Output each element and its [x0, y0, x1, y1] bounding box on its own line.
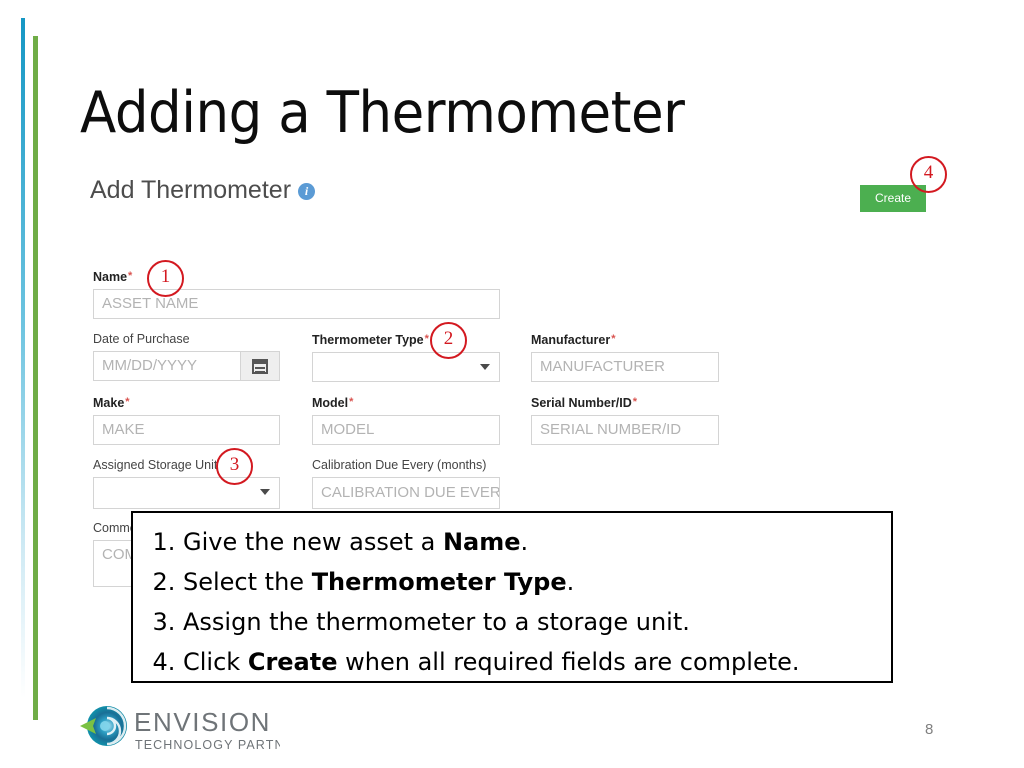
make-input[interactable]: MAKE	[93, 415, 280, 445]
date-of-purchase-group: MM/DD/YYYY	[93, 351, 280, 381]
page-number: 8	[925, 721, 934, 738]
callout-4: 4	[910, 156, 947, 193]
callout-2: 2	[430, 322, 467, 359]
field-model-label: Model*	[312, 396, 354, 410]
callout-3: 3	[216, 448, 253, 485]
assigned-storage-unit-select[interactable]	[93, 477, 280, 509]
info-icon[interactable]: i	[298, 183, 316, 200]
calendar-icon	[252, 358, 268, 374]
field-manufacturer: Manufacturer* MANUFACTURER	[531, 332, 719, 382]
envision-logo-mark: ENVISION TECHNOLOGY PARTNERS	[80, 706, 312, 752]
field-calibration-due-label: Calibration Due Every (months)	[312, 458, 487, 472]
required-marker: *	[128, 270, 133, 282]
field-date-of-purchase: Date of Purchase MM/DD/YYYY	[93, 332, 280, 381]
envision-logo: ENVISION TECHNOLOGY PARTNERS	[80, 704, 312, 756]
instruction-item: Select the Thermometer Type.	[183, 562, 891, 602]
app-heading: Add Thermometer i	[90, 176, 316, 205]
chevron-down-icon	[480, 364, 490, 370]
envision-logo-tagline: TECHNOLOGY PARTNERS	[135, 738, 280, 752]
envision-logo-name: ENVISION	[134, 707, 271, 737]
page-title: Adding a Thermometer	[80, 80, 685, 146]
field-serial-number-label: Serial Number/ID*	[531, 396, 638, 410]
field-serial-number: Serial Number/ID* SERIAL NUMBER/ID	[531, 395, 719, 445]
serial-number-input[interactable]: SERIAL NUMBER/ID	[531, 415, 719, 445]
thermometer-type-select[interactable]	[312, 352, 500, 382]
accent-bar-blue	[21, 18, 25, 698]
chevron-down-icon	[260, 489, 270, 495]
instruction-item: Give the new asset a Name.	[183, 522, 891, 562]
field-make: Make* MAKE	[93, 395, 280, 445]
app-heading-label: Add Thermometer	[90, 176, 292, 204]
instruction-list: Give the new asset a Name. Select the Th…	[147, 522, 891, 682]
field-model: Model* MODEL	[312, 395, 500, 445]
field-thermometer-type: Thermometer Type*	[312, 332, 500, 382]
instruction-item: Click Create when all required fields ar…	[183, 642, 891, 682]
field-date-of-purchase-label: Date of Purchase	[93, 332, 190, 346]
instruction-callout-box: Give the new asset a Name. Select the Th…	[131, 511, 893, 683]
date-of-purchase-input[interactable]: MM/DD/YYYY	[93, 351, 240, 381]
instruction-item: Assign the thermometer to a storage unit…	[183, 602, 891, 642]
field-calibration-due: Calibration Due Every (months) CALIBRATI…	[312, 458, 500, 509]
callout-1: 1	[147, 260, 184, 297]
date-picker-button[interactable]	[240, 351, 280, 381]
model-input[interactable]: MODEL	[312, 415, 500, 445]
manufacturer-input[interactable]: MANUFACTURER	[531, 352, 719, 382]
field-thermometer-type-label: Thermometer Type*	[312, 333, 429, 347]
accent-bar-green	[33, 36, 38, 720]
calibration-due-input[interactable]: CALIBRATION DUE EVERY	[312, 477, 500, 509]
field-make-label: Make*	[93, 396, 130, 410]
field-manufacturer-label: Manufacturer*	[531, 333, 616, 347]
